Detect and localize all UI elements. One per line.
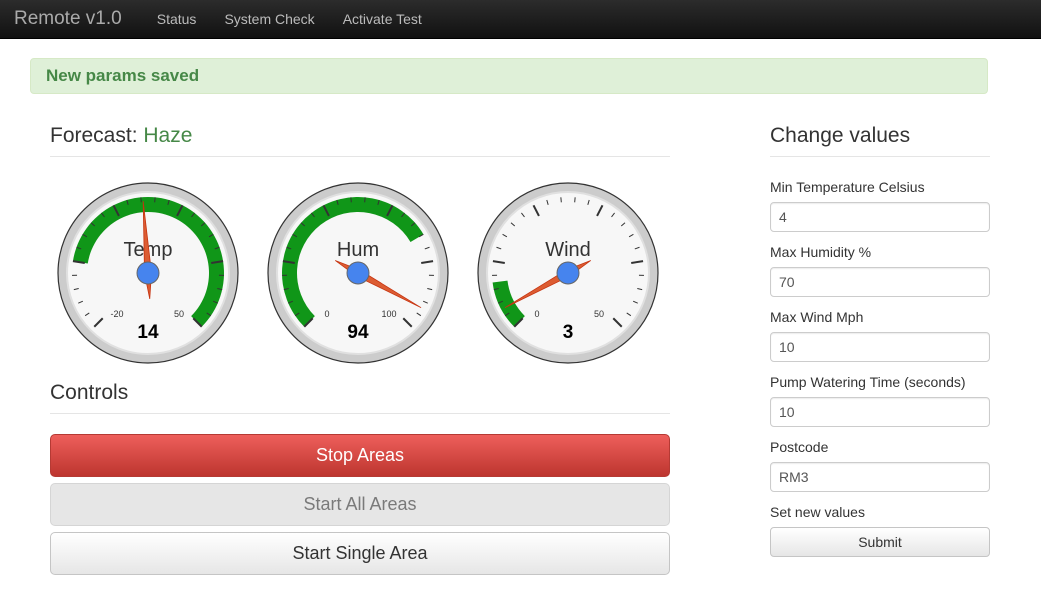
gauge-temp: -2050Temp14 bbox=[57, 182, 239, 364]
alert-text: New params saved bbox=[46, 66, 200, 85]
gauge-hub bbox=[346, 261, 370, 285]
gauge-hub bbox=[556, 261, 580, 285]
submit-button[interactable]: Submit bbox=[770, 527, 990, 557]
gauge-title: Wind bbox=[545, 239, 591, 261]
gauge-max-label: 100 bbox=[381, 309, 396, 319]
nav-link-system-check[interactable]: System Check bbox=[224, 11, 314, 27]
forecast-label: Forecast: bbox=[50, 124, 138, 147]
success-alert: New params saved bbox=[30, 58, 988, 94]
gauge-hum: 0 100 Hum 94 bbox=[267, 182, 449, 364]
gauge-hub bbox=[136, 261, 160, 285]
max-humidity-label: Max Humidity % bbox=[770, 244, 872, 260]
gauge-min-label: 0 bbox=[534, 309, 539, 319]
navbar: Remote v1.0 Status System Check Activate… bbox=[0, 0, 1041, 39]
gauge-value: 3 bbox=[563, 322, 574, 343]
nav-link-activate-test[interactable]: Activate Test bbox=[343, 11, 422, 27]
forecast-value: Haze bbox=[143, 124, 193, 147]
gauge-value: 14 bbox=[137, 322, 159, 343]
nav-link-status[interactable]: Status bbox=[157, 11, 197, 27]
change-values-heading: Change values bbox=[770, 124, 990, 157]
gauge-min-label: 0 bbox=[324, 309, 329, 319]
min-temp-input[interactable] bbox=[770, 202, 990, 232]
pump-time-label: Pump Watering Time (seconds) bbox=[770, 374, 966, 390]
max-wind-input[interactable] bbox=[770, 332, 990, 362]
max-wind-label: Max Wind Mph bbox=[770, 309, 864, 325]
gauge-wind: 0 50 Wind 3 bbox=[477, 182, 659, 364]
start-single-area-button[interactable]: Start Single Area bbox=[50, 532, 670, 575]
brand[interactable]: Remote v1.0 bbox=[14, 8, 122, 30]
gauge-title: Hum bbox=[337, 239, 379, 261]
gauge-max-label: 50 bbox=[174, 309, 184, 319]
max-humidity-input[interactable] bbox=[770, 267, 990, 297]
min-temp-label: Min Temperature Celsius bbox=[770, 179, 925, 195]
pump-time-input[interactable] bbox=[770, 397, 990, 427]
controls-heading: Controls bbox=[50, 381, 670, 414]
gauge-value: 94 bbox=[347, 322, 369, 343]
stop-areas-button[interactable]: Stop Areas bbox=[50, 434, 670, 477]
postcode-label: Postcode bbox=[770, 439, 829, 455]
forecast-heading: Forecast: Haze bbox=[50, 124, 670, 157]
gauge-panel: -2050Temp14 0100Hum94 050Wind3 bbox=[55, 180, 675, 370]
start-all-areas-button[interactable]: Start All Areas bbox=[50, 483, 670, 526]
postcode-input[interactable] bbox=[770, 462, 990, 492]
set-new-values-label: Set new values bbox=[770, 504, 865, 520]
gauge-min-label: -20 bbox=[110, 309, 123, 319]
gauge-max-label: 50 bbox=[594, 309, 604, 319]
